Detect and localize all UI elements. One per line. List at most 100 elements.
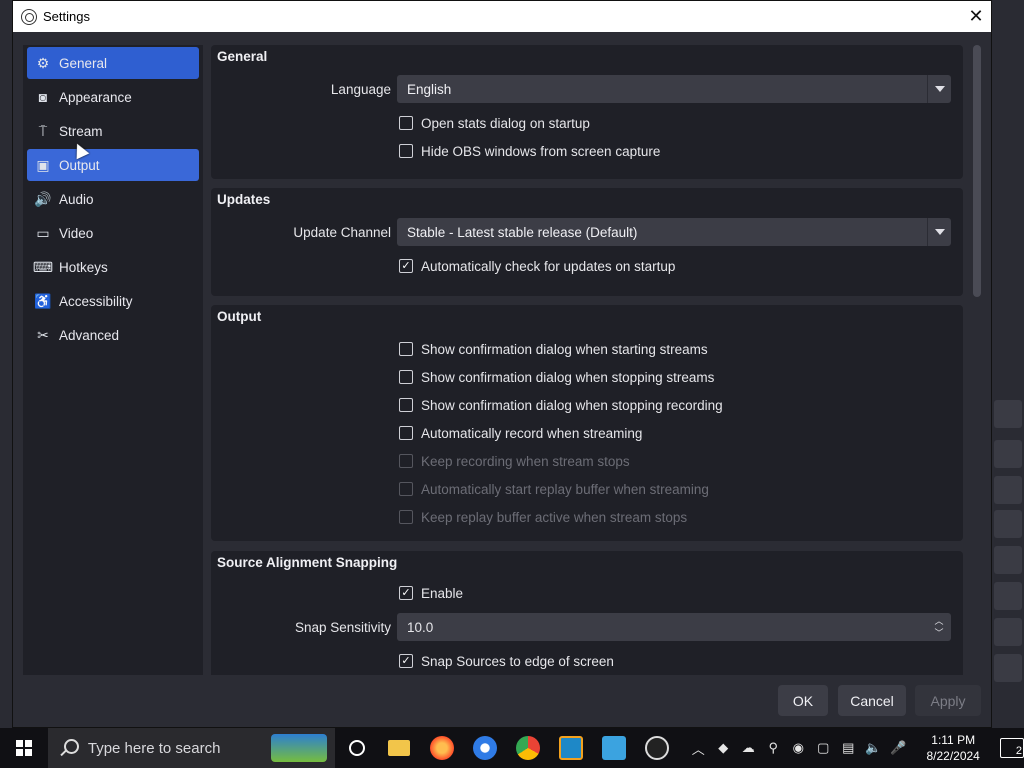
settings-content: General Language English Open stats dial…: [211, 45, 963, 675]
chevron-down-icon[interactable]: ﹀: [934, 627, 943, 639]
update-channel-value: Stable - Latest stable release (Default): [407, 224, 638, 240]
start-button[interactable]: [0, 728, 48, 768]
update-channel-select[interactable]: Stable - Latest stable release (Default): [397, 218, 951, 246]
sidebar-item-label: Appearance: [59, 89, 132, 105]
file-explorer-button[interactable]: [378, 728, 421, 768]
sidebar-item-advanced[interactable]: ✂ Advanced: [27, 319, 199, 351]
snap-sensitivity-spinbox[interactable]: 10.0 ︿ ﹀: [397, 613, 951, 641]
checkbox-box[interactable]: [399, 398, 413, 412]
checkbox-box: [399, 482, 413, 496]
app-icon: [601, 736, 626, 760]
update-channel-label: Update Channel: [293, 224, 391, 240]
checkbox-box: [399, 454, 413, 468]
open-stats-checkbox[interactable]: Open stats dialog on startup: [211, 109, 963, 137]
checkbox-box[interactable]: ✓: [399, 586, 413, 600]
updates-group: Updates Update Channel Stable - Latest s…: [211, 188, 963, 296]
cancel-button[interactable]: Cancel: [838, 685, 906, 716]
accessibility-icon: ♿: [34, 292, 52, 309]
chevron-up-icon[interactable]: ︿: [690, 739, 706, 758]
stream-antenna-icon: ⍑: [38, 122, 48, 139]
checkbox-box[interactable]: [399, 342, 413, 356]
spin-buttons[interactable]: ︿ ﹀: [927, 613, 951, 641]
search-icon: [60, 739, 79, 757]
notification-center-button[interactable]: 2: [1000, 738, 1024, 758]
vmware-button[interactable]: [550, 728, 593, 768]
search-highlight-image: [271, 734, 328, 762]
windows-taskbar: Type here to search ︿ ◆ ☁ ⚲ ◉ ▢ ▤ 🔈 🎤 1:…: [0, 728, 1024, 768]
sidebar-item-stream[interactable]: ⍑ Stream: [27, 115, 199, 147]
auto-check-updates-checkbox[interactable]: ✓ Automatically check for updates on sta…: [211, 252, 963, 280]
confirm-stop-recording-checkbox[interactable]: Show confirmation dialog when stopping r…: [211, 391, 963, 419]
sidebar-item-label: Advanced: [59, 327, 120, 343]
search-tray-icon[interactable]: ◉: [790, 740, 806, 756]
sidebar-item-hotkeys[interactable]: ⌨ Hotkeys: [27, 251, 199, 283]
checkbox-box: [399, 510, 413, 524]
microphone-icon[interactable]: 🎤: [890, 740, 906, 756]
checkbox-box[interactable]: [399, 116, 413, 130]
obs-logo-icon: [21, 8, 37, 25]
snap-sensitivity-label: Snap Sensitivity: [294, 619, 391, 635]
sidebar-item-video[interactable]: ▭ Video: [27, 217, 199, 249]
sidebar-item-label: Audio: [59, 191, 94, 207]
checkbox-box[interactable]: ✓: [399, 259, 413, 273]
snap-sensitivity-value: 10.0: [407, 619, 434, 635]
output-group-title: Output: [217, 309, 262, 324]
notification-count: 2: [1015, 745, 1023, 757]
keyboard-icon: ⌨: [32, 258, 54, 275]
firefox-button[interactable]: [421, 728, 464, 768]
hide-obs-checkbox[interactable]: Hide OBS windows from screen capture: [211, 137, 963, 165]
task-view-button[interactable]: [335, 728, 378, 768]
chevron-up-icon[interactable]: ︿: [934, 615, 943, 627]
sidebar-item-appearance[interactable]: ◙ Appearance: [27, 81, 199, 113]
taskbar-clock[interactable]: 1:11 PM 8/22/2024: [918, 732, 988, 764]
sidebar-item-label: General: [59, 55, 108, 71]
auto-record-label: Automatically record when streaming: [421, 425, 643, 441]
general-group-title: General: [217, 49, 268, 64]
apply-button[interactable]: Apply: [915, 685, 981, 716]
obs-button[interactable]: [635, 728, 678, 768]
chrome-button[interactable]: [507, 728, 550, 768]
folder-icon: [388, 740, 411, 756]
sidebar-item-audio[interactable]: 🔊 Audio: [27, 183, 199, 215]
updates-group-title: Updates: [217, 192, 271, 207]
checkbox-box[interactable]: [399, 144, 413, 158]
checkbox-box[interactable]: [399, 370, 413, 384]
app-button[interactable]: [592, 728, 635, 768]
language-label: Language: [330, 81, 391, 97]
sidebar-item-general[interactable]: ⚙ General: [27, 47, 199, 79]
keep-recording-label: Keep recording when stream stops: [421, 453, 630, 469]
window-title: Settings: [43, 9, 90, 24]
cloud-icon[interactable]: ☁: [740, 740, 756, 756]
scrollbar-thumb[interactable]: [973, 45, 981, 297]
keep-replay-buffer-checkbox: Keep replay buffer active when stream st…: [211, 503, 963, 531]
snapping-enable-checkbox[interactable]: ✓ Enable: [211, 579, 963, 607]
close-button[interactable]: ✕: [961, 1, 991, 32]
speaker-icon: 🔊: [34, 190, 52, 207]
clock-date: 8/22/2024: [926, 749, 980, 763]
sidebar-item-output[interactable]: ▣ Output: [27, 149, 199, 181]
checkbox-box[interactable]: ✓: [399, 654, 413, 668]
windows-icon[interactable]: ▢: [815, 740, 831, 756]
chromium-button[interactable]: [464, 728, 507, 768]
ok-button[interactable]: OK: [778, 685, 828, 716]
chrome-icon: [516, 736, 541, 760]
key-icon[interactable]: ⚲: [765, 740, 781, 756]
sidebar-item-label: Video: [59, 225, 94, 241]
content-scrollbar[interactable]: [971, 45, 983, 675]
confirm-start-stream-checkbox[interactable]: Show confirmation dialog when starting s…: [211, 335, 963, 363]
network-icon[interactable]: ▤: [840, 740, 856, 756]
taskbar-search[interactable]: Type here to search: [47, 728, 336, 768]
open-stats-label: Open stats dialog on startup: [421, 115, 590, 131]
confirm-stop-stream-checkbox[interactable]: Show confirmation dialog when stopping s…: [211, 363, 963, 391]
background-control-button: [994, 582, 1022, 610]
checkbox-box[interactable]: [399, 426, 413, 440]
sidebar-item-accessibility[interactable]: ♿ Accessibility: [27, 285, 199, 317]
snap-edges-checkbox[interactable]: ✓ Snap Sources to edge of screen: [211, 647, 963, 675]
language-select[interactable]: English: [397, 75, 951, 103]
auto-replay-buffer-label: Automatically start replay buffer when s…: [421, 481, 709, 497]
output-group: Output Show confirmation dialog when sta…: [211, 305, 963, 541]
shield-icon[interactable]: ◆: [715, 740, 731, 756]
vmware-icon: [559, 736, 584, 760]
volume-icon[interactable]: 🔈: [865, 740, 881, 756]
auto-record-checkbox[interactable]: Automatically record when streaming: [211, 419, 963, 447]
